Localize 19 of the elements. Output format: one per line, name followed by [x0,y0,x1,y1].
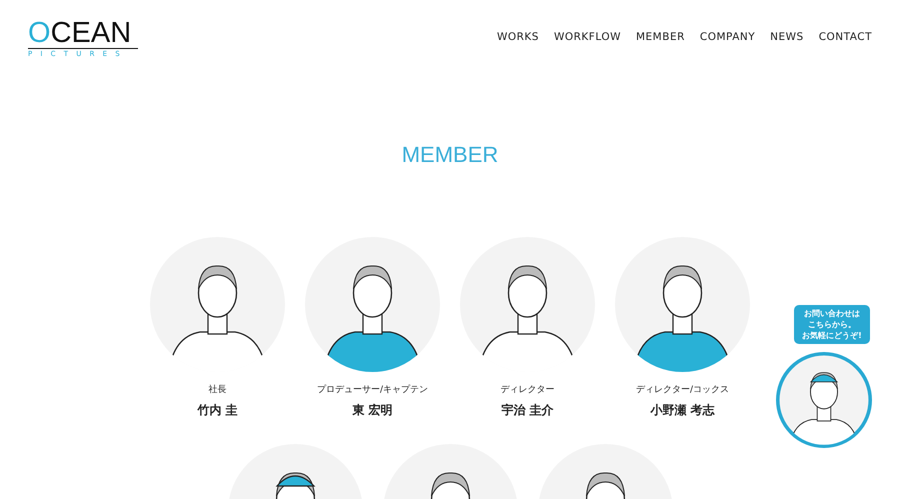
bubble-text: お問い合わせは [803,308,861,319]
member-name: 小野瀬 考志 [649,402,716,419]
nav-link[interactable]: MEMBER [636,30,685,46]
member-name: 東 宏明 [351,402,394,419]
page-heading: MEMBER [402,141,498,169]
member-name: 竹内 圭 [196,402,239,419]
nav-link[interactable]: WORKS [496,30,539,46]
member-role: ディレクター/コックス [634,384,730,396]
member-role: ディレクター [500,384,556,396]
nav-link[interactable]: CONTACT [818,30,872,46]
logo-title[interactable]: OCEAN [28,18,138,48]
nav-link[interactable]: NEWS [770,30,804,46]
member-name: 宇治 圭介 [500,402,555,419]
member-role: プロデューサー/キャプテン [316,384,430,396]
bubble-text: お気軽にどうぞ! [801,330,863,341]
member-role: 社長 [208,384,228,396]
bubble-text: こちらから。 [807,319,857,330]
nav-link[interactable]: WORKFLOW [554,30,621,46]
nav-link[interactable]: COMPANY [700,30,756,46]
